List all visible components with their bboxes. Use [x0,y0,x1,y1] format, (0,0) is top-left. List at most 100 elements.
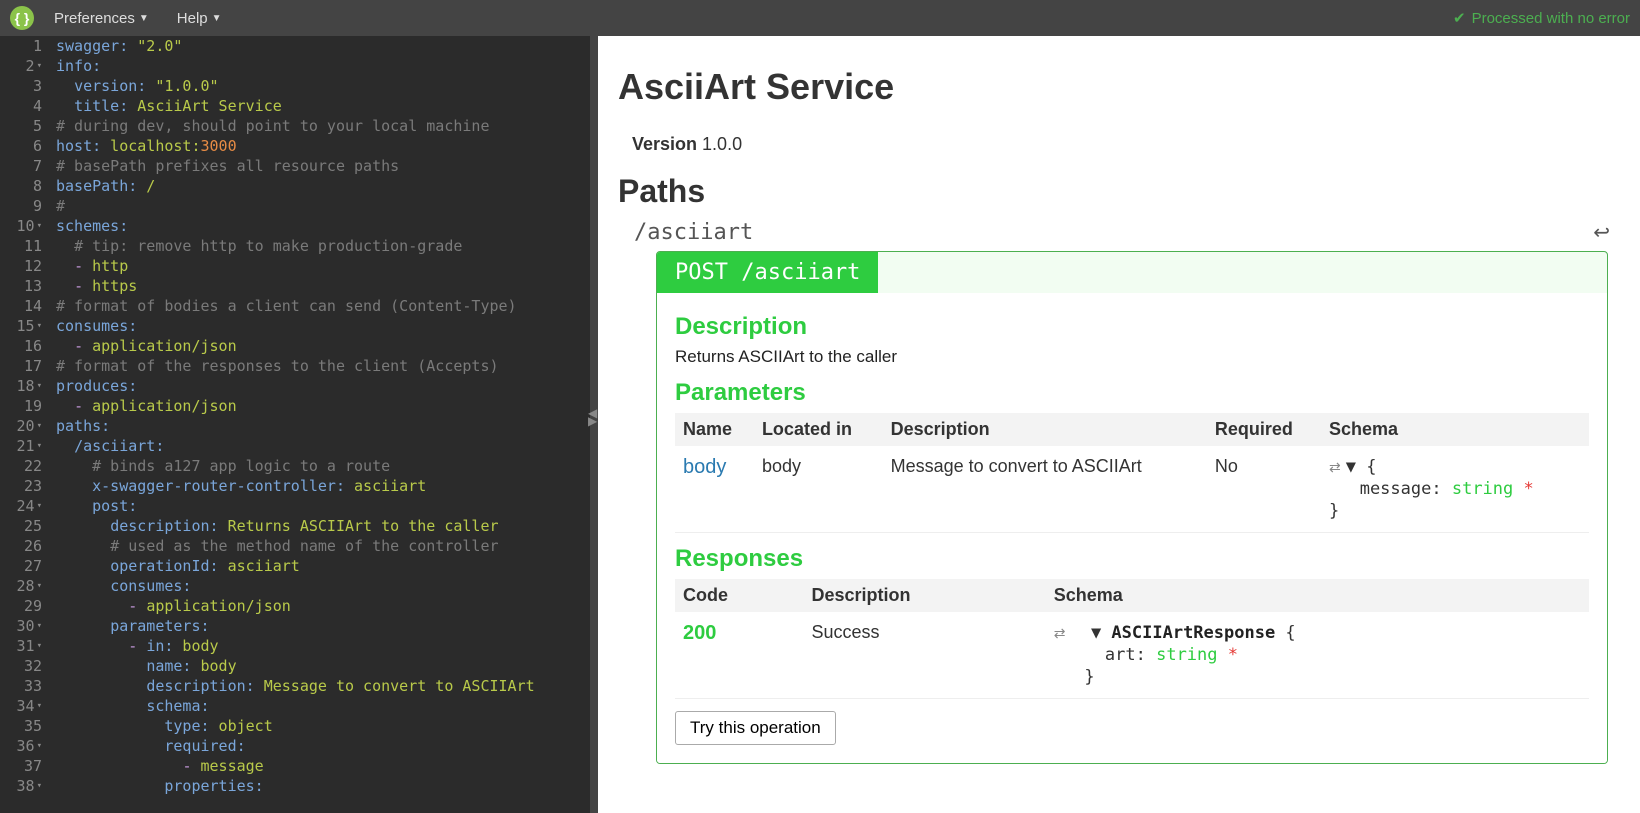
code-line[interactable]: x-swagger-router-controller: asciiart [56,476,590,496]
code-line[interactable]: type: object [56,716,590,736]
line-number: 7 [0,156,42,176]
line-number: 32 [0,656,42,676]
code-line[interactable]: consumes: [56,316,590,336]
code-line[interactable]: - in: body [56,636,590,656]
line-number: 38 ▾ [0,776,42,796]
editor-code[interactable]: swagger: "2.0"info: version: "1.0.0" tit… [48,36,590,813]
table-row: 200 Success ⇄ ▼ ASCIIArtResponse { art: … [675,612,1589,699]
code-line[interactable]: schema: [56,696,590,716]
editor-gutter: 12 ▾345678910 ▾1112131415 ▾161718 ▾1920 … [0,36,48,813]
code-line[interactable]: operationId: asciiart [56,556,590,576]
code-line[interactable]: - http [56,256,590,276]
caret-down-icon: ▼ [212,13,222,24]
line-number: 21 ▾ [0,436,42,456]
code-line[interactable]: # binds a127 app logic to a route [56,456,590,476]
response-schema: ▼ ASCIIArtResponse { art: string * } [1054,623,1296,687]
code-line[interactable]: - https [56,276,590,296]
line-number: 29 [0,596,42,616]
reply-arrow-icon[interactable]: ↩ [1593,220,1610,245]
code-line[interactable]: - application/json [56,396,590,416]
code-line[interactable]: # [56,196,590,216]
line-number: 4 [0,96,42,116]
line-number: 22 [0,456,42,476]
swap-icon[interactable]: ⇄ [1329,459,1341,475]
line-number: 37 [0,756,42,776]
code-line[interactable]: title: AsciiArt Service [56,96,590,116]
section-responses-heading: Responses [675,545,1589,573]
th-schema: Schema [1321,413,1589,446]
code-line[interactable]: # format of the responses to the client … [56,356,590,376]
code-line[interactable]: - message [56,756,590,776]
response-code[interactable]: 200 [683,622,716,644]
code-line[interactable]: description: Message to convert to ASCII… [56,676,590,696]
code-line[interactable]: name: body [56,656,590,676]
line-number: 6 [0,136,42,156]
line-number: 25 [0,516,42,536]
code-line[interactable]: # format of bodies a client can send (Co… [56,296,590,316]
caret-down-icon: ▼ [139,13,149,24]
param-desc: Message to convert to ASCIIArt [883,446,1207,533]
code-line[interactable]: # used as the method name of the control… [56,536,590,556]
code-line[interactable]: info: [56,56,590,76]
param-name[interactable]: body [683,456,726,478]
th-located-in: Located in [754,413,883,446]
try-operation-button[interactable]: Try this operation [675,711,836,745]
line-number: 34 ▾ [0,696,42,716]
code-line[interactable]: consumes: [56,576,590,596]
code-line[interactable]: - application/json [56,336,590,356]
code-line[interactable]: # tip: remove http to make production-gr… [56,236,590,256]
operation-body: Description Returns ASCIIArt to the call… [657,293,1607,763]
code-line[interactable]: schemes: [56,216,590,236]
param-required: No [1207,446,1321,533]
yaml-editor[interactable]: 12 ▾345678910 ▾1112131415 ▾161718 ▾1920 … [0,36,590,813]
version-label: Version [632,134,697,154]
code-line[interactable]: swagger: "2.0" [56,36,590,56]
th-required: Required [1207,413,1321,446]
code-line[interactable]: version: "1.0.0" [56,76,590,96]
operation-tab[interactable]: POST /asciiart [657,252,878,293]
status-text: Processed with no error [1472,10,1630,27]
menu-help[interactable]: Help ▼ [177,10,222,27]
path-row: /asciiart ↩ [634,220,1610,245]
th-resp-schema: Schema [1046,579,1589,612]
code-line[interactable]: /asciiart: [56,436,590,456]
path-name[interactable]: /asciiart [634,220,1593,245]
line-number: 15 ▾ [0,316,42,336]
line-number: 33 [0,676,42,696]
responses-table: Code Description Schema 200 Success ⇄ ▼ … [675,579,1589,699]
code-line[interactable]: post: [56,496,590,516]
line-number: 1 [0,36,42,56]
line-number: 31 ▾ [0,636,42,656]
line-number: 16 [0,336,42,356]
line-number: 26 [0,536,42,556]
code-line[interactable]: # basePath prefixes all resource paths [56,156,590,176]
line-number: 35 [0,716,42,736]
line-number: 9 [0,196,42,216]
section-parameters-heading: Parameters [675,379,1589,407]
pane-splitter[interactable]: ◀▶ [590,36,598,813]
code-line[interactable]: produces: [56,376,590,396]
code-line[interactable]: paths: [56,416,590,436]
api-preview-pane[interactable]: AsciiArt Service Version 1.0.0 Paths /as… [598,36,1640,813]
line-number: 17 [0,356,42,376]
parameters-table: Name Located in Description Required Sch… [675,413,1589,533]
code-line[interactable]: # during dev, should point to your local… [56,116,590,136]
line-number: 18 ▾ [0,376,42,396]
version-value: 1.0.0 [702,134,742,154]
code-line[interactable]: required: [56,736,590,756]
table-row: body body Message to convert to ASCIIArt… [675,446,1589,533]
code-line[interactable]: host: localhost:3000 [56,136,590,156]
code-line[interactable]: basePath: / [56,176,590,196]
line-number: 8 [0,176,42,196]
code-line[interactable]: parameters: [56,616,590,636]
code-line[interactable]: description: Returns ASCIIArt to the cal… [56,516,590,536]
menu-preferences[interactable]: Preferences ▼ [54,10,149,27]
line-number: 23 [0,476,42,496]
line-number: 36 ▾ [0,736,42,756]
code-line[interactable]: properties: [56,776,590,796]
swap-icon[interactable]: ⇄ [1054,625,1066,641]
code-line[interactable]: - application/json [56,596,590,616]
line-number: 19 [0,396,42,416]
splitter-handle-icon: ◀▶ [588,409,597,425]
status-indicator: ✔ Processed with no error [1453,9,1630,27]
